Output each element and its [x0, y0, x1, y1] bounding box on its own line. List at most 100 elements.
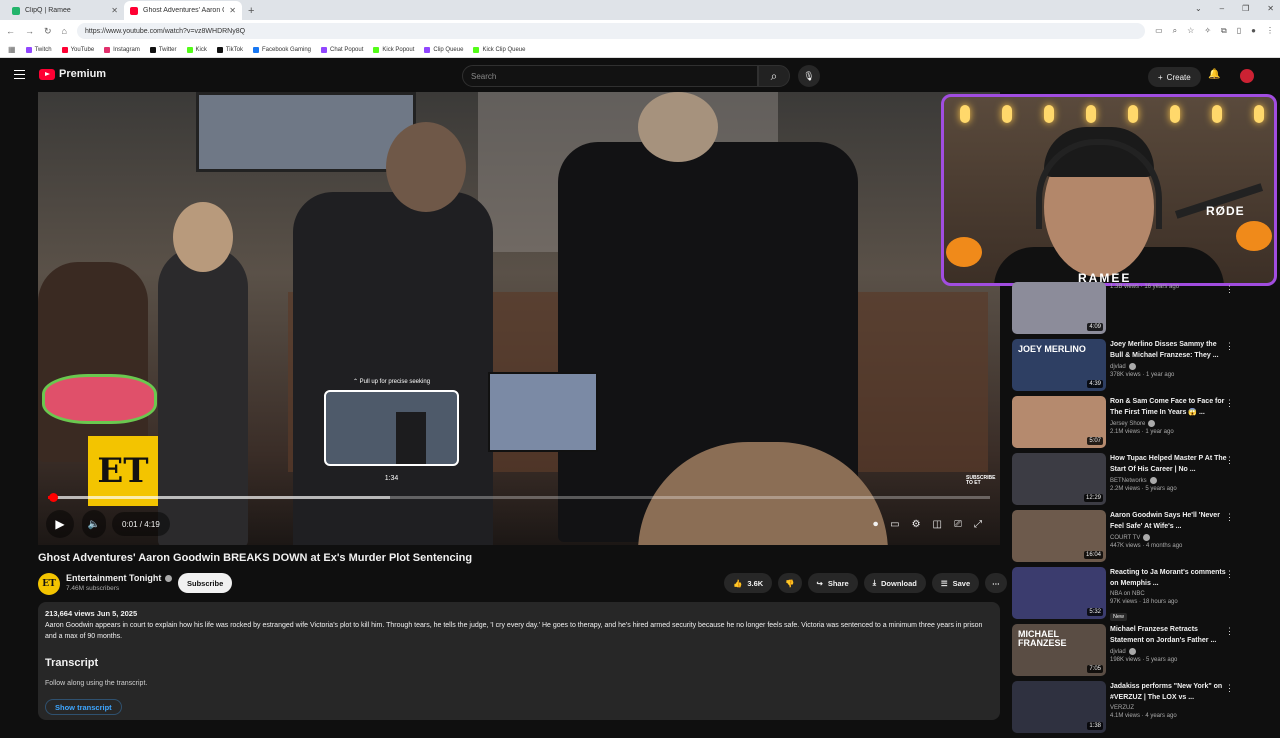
bookmark-item[interactable]: Kick Clip Queue [473, 46, 525, 53]
browser-tab[interactable]: ClipQ | Ramee ✕ [6, 1, 124, 20]
bookmark-item[interactable]: YouTube [61, 46, 94, 53]
tab-close-icon[interactable]: ✕ [229, 6, 236, 15]
more-options-icon[interactable]: ⋮ [1225, 341, 1234, 352]
captions-icon[interactable]: ▭ [890, 519, 899, 530]
channel-name[interactable]: Entertainment Tonight [66, 573, 173, 583]
youtube-logo[interactable]: Premium [39, 68, 106, 80]
subscribe-button[interactable]: Subscribe [178, 573, 233, 593]
bookmark-item[interactable]: Twitter [149, 46, 177, 53]
forward-icon[interactable]: → [25, 26, 34, 36]
bookmark-item[interactable]: Instagram [104, 46, 140, 53]
recommended-channel[interactable]: djvlad [1110, 648, 1228, 655]
like-button[interactable]: 👍 3.6K [724, 573, 773, 593]
notifications-bell-icon[interactable]: 🔔 [1208, 69, 1220, 80]
bookmark-item[interactable]: Facebook Gaming [252, 46, 311, 53]
recommended-video[interactable]: 5:32 Reacting to Ja Morant's comments on… [1012, 567, 1242, 624]
scrubber-handle[interactable] [48, 493, 58, 502]
kebab-menu-icon[interactable]: ⋮ [1266, 26, 1274, 36]
bookmark-item[interactable]: Kick [186, 46, 207, 53]
recommended-title[interactable]: Joey Merlino Disses Sammy the Bull & Mic… [1110, 339, 1228, 361]
minimize-button[interactable]: – [1220, 4, 1224, 13]
bookmark-item[interactable]: Kick Popout [373, 46, 414, 53]
show-transcript-button[interactable]: Show transcript [45, 699, 122, 715]
recommended-title[interactable]: Michael Franzese Retracts Statement on J… [1110, 624, 1228, 646]
video-thumbnail[interactable]: 12:29 [1012, 453, 1106, 505]
video-player[interactable]: ET SUBSCRIBE TO ET ⌃ Pull up for precise… [38, 92, 1000, 545]
apps-grid-icon[interactable]: ▦ [8, 45, 16, 54]
install-icon[interactable]: ▭ [1155, 26, 1163, 36]
bookmark-item[interactable]: Clip Queue [424, 46, 463, 53]
video-thumbnail[interactable]: 16:04 [1012, 510, 1106, 562]
recommended-title[interactable]: Ron & Sam Come Face to Face for The Firs… [1110, 396, 1228, 418]
hamburger-menu-icon[interactable] [14, 70, 25, 79]
recommended-video[interactable]: 12:29 How Tupac Helped Master P At The S… [1012, 453, 1242, 510]
bookmark-star-icon[interactable]: ☆ [1187, 26, 1194, 36]
more-options-icon[interactable]: ⋮ [1225, 398, 1234, 409]
bookmark-item[interactable]: Twitch [25, 46, 52, 53]
recommended-video[interactable]: 1:38 Jadakiss performs "New York" on #VE… [1012, 681, 1242, 738]
tab-close-icon[interactable]: ✕ [111, 6, 118, 15]
bookmark-item[interactable]: Chat Popout [321, 46, 363, 53]
recommended-channel[interactable]: djvlad [1110, 363, 1228, 370]
dislike-button[interactable]: 👎 [778, 573, 802, 593]
volume-icon[interactable]: 🔈 [82, 510, 106, 538]
maximize-button[interactable]: ❐ [1242, 4, 1249, 13]
recommended-video[interactable]: 16:04 Aaron Goodwin Says He'll 'Never Fe… [1012, 510, 1242, 567]
save-button[interactable]: ☰ Save [931, 573, 980, 593]
search-icon[interactable]: ⌕ [758, 65, 790, 87]
extensions-puzzle-icon[interactable]: ⧉ [1221, 26, 1227, 36]
recommended-video[interactable]: MICHAEL FRANZESE 7:05 Michael Franzese R… [1012, 624, 1242, 681]
share-button[interactable]: ↪ Share [807, 573, 858, 593]
channel-avatar[interactable]: ET [38, 573, 60, 595]
profile-icon[interactable]: ● [1251, 26, 1256, 36]
more-options-icon[interactable]: ⋮ [1225, 626, 1234, 637]
account-avatar[interactable] [1240, 69, 1254, 83]
settings-gear-icon[interactable]: ⚙ [912, 519, 921, 530]
recommended-title[interactable]: Aaron Goodwin Says He'll 'Never Feel Saf… [1110, 510, 1228, 532]
recommended-channel[interactable]: COURT TV [1110, 534, 1228, 541]
new-tab-button[interactable]: + [242, 5, 260, 20]
recommended-channel[interactable]: Jersey Shore [1110, 420, 1228, 427]
video-thumbnail[interactable]: JOEY MERLINO 4:39 [1012, 339, 1106, 391]
video-thumbnail[interactable]: 5:07 [1012, 396, 1106, 448]
back-icon[interactable]: ← [6, 26, 15, 36]
recommended-title[interactable]: Jadakiss performs "New York" on #VERZUZ … [1110, 681, 1228, 703]
miniplayer-icon[interactable]: ◫ [933, 519, 942, 530]
close-window-button[interactable]: ✕ [1267, 4, 1274, 13]
autoplay-toggle-icon[interactable]: ⏺ [873, 519, 878, 530]
video-thumbnail[interactable]: 5:32 [1012, 567, 1106, 619]
recommended-channel[interactable]: NBA on NBC [1110, 591, 1228, 597]
more-options-icon[interactable]: ⋮ [1225, 569, 1234, 580]
video-thumbnail[interactable]: 1:38 [1012, 681, 1106, 733]
reload-icon[interactable]: ↻ [44, 26, 52, 37]
recommended-video[interactable]: JOEY MERLINO 4:39 Joey Merlino Disses Sa… [1012, 339, 1242, 396]
download-button[interactable]: ⤓ Download [863, 573, 926, 593]
cast-icon[interactable]: ⎚ [954, 519, 962, 530]
url-field[interactable]: https://www.youtube.com/watch?v=vz8WHDRN… [76, 23, 1146, 39]
more-options-icon[interactable]: ⋮ [1225, 284, 1234, 295]
video-thumbnail[interactable]: 4:09 [1012, 282, 1106, 334]
sidepanel-icon[interactable]: ▯ [1237, 26, 1241, 36]
recommended-title[interactable]: Reacting to Ja Morant's comments on Memp… [1110, 567, 1228, 589]
create-button[interactable]: + Create [1148, 67, 1201, 87]
progress-bar[interactable] [48, 493, 990, 502]
recommended-channel[interactable]: BETNetworks [1110, 477, 1228, 484]
video-thumbnail[interactable]: MICHAEL FRANZESE 7:05 [1012, 624, 1106, 676]
browser-tab[interactable]: Ghost Adventures' Aaron Goo ✕ [124, 1, 242, 20]
search-input[interactable]: Search [462, 65, 758, 87]
zoom-icon[interactable]: ⌕ [1173, 26, 1177, 36]
more-options-icon[interactable]: ⋮ [1225, 683, 1234, 694]
recommended-video[interactable]: 4:09 1.3B views · 16 years ago ⋮ [1012, 282, 1242, 339]
fullscreen-icon[interactable]: ⤢ [974, 519, 982, 530]
home-icon[interactable]: ⌂ [62, 26, 67, 36]
recommended-channel[interactable]: VERZUZ [1110, 705, 1228, 711]
microphone-icon[interactable]: 🎙 [798, 65, 820, 87]
description-box[interactable]: 213,664 views Jun 5, 2025 Aaron Goodwin … [38, 602, 1000, 720]
more-options-icon[interactable]: ⋮ [1225, 455, 1234, 466]
more-actions-button[interactable]: ⋯ [985, 573, 1007, 593]
extension-icon[interactable]: ✧ [1204, 26, 1211, 36]
play-icon[interactable]: ▶ [46, 510, 74, 538]
tab-search-icon[interactable]: ⌄ [1195, 4, 1202, 13]
recommended-video[interactable]: 5:07 Ron & Sam Come Face to Face for The… [1012, 396, 1242, 453]
recommended-title[interactable]: How Tupac Helped Master P At The Start O… [1110, 453, 1228, 475]
